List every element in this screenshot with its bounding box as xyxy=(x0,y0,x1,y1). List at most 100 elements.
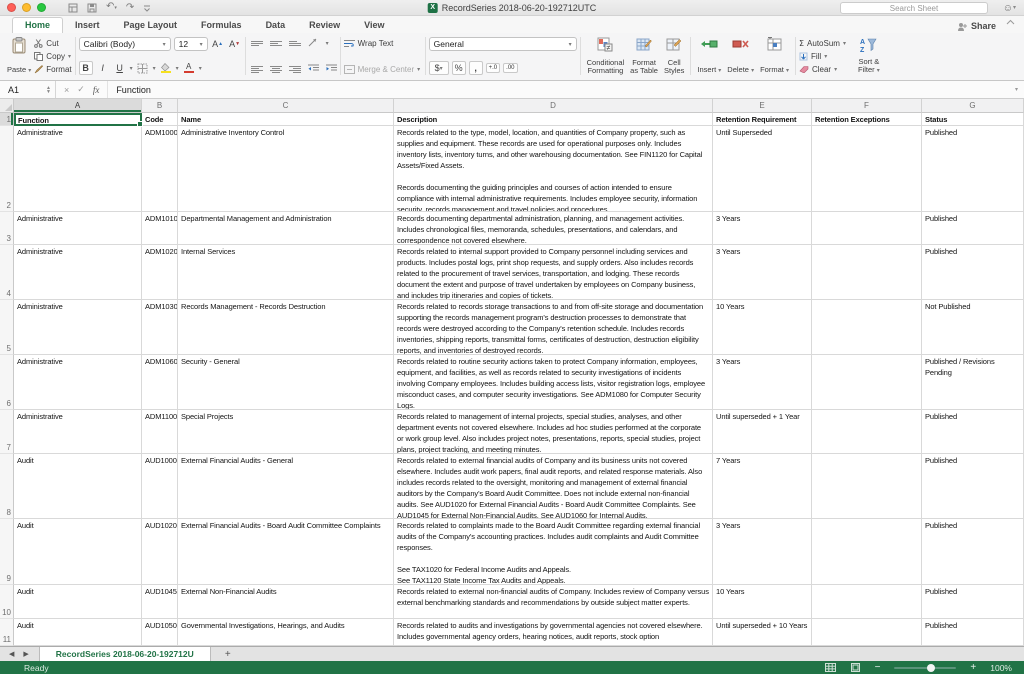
cell-D11[interactable]: Records related to audits and investigat… xyxy=(394,619,713,646)
cell-G2[interactable]: Published xyxy=(922,126,1024,212)
cancel-entry-icon[interactable]: × xyxy=(64,85,69,95)
cell-D1[interactable]: Description xyxy=(394,113,713,126)
row-header-9[interactable]: 9 xyxy=(0,519,14,585)
cell-C4[interactable]: Internal Services xyxy=(178,245,394,300)
row-header-4[interactable]: 4 xyxy=(0,245,14,300)
tab-home[interactable]: Home xyxy=(12,17,63,33)
comma-format-button[interactable]: , xyxy=(469,61,483,75)
paste-button[interactable]: Paste ▾ xyxy=(4,35,34,77)
column-header-A[interactable]: A xyxy=(14,99,142,113)
cell-E9[interactable]: 3 Years xyxy=(713,519,812,585)
cell-A3[interactable]: Administrative xyxy=(14,212,142,245)
cell-F6[interactable] xyxy=(812,355,922,410)
decrease-decimal-icon[interactable]: .00 xyxy=(503,63,517,73)
cell-A7[interactable]: Administrative xyxy=(14,410,142,454)
minimize-window-button[interactable] xyxy=(22,3,31,12)
clear-button[interactable]: Clear ▾ xyxy=(799,63,855,75)
font-color-icon[interactable]: A xyxy=(182,61,196,75)
insert-cells-button[interactable]: Insert ▾ xyxy=(694,35,724,77)
cell-C3[interactable]: Departmental Management and Administrati… xyxy=(178,212,394,245)
italic-button[interactable]: I xyxy=(96,61,110,75)
cell-G6[interactable]: Published / Revisions Pending xyxy=(922,355,1024,410)
number-format-select[interactable]: General▾ xyxy=(429,37,577,51)
copy-button[interactable]: Copy ▾ xyxy=(34,50,71,62)
cell-B8[interactable]: AUD1000 xyxy=(142,454,178,519)
cell-F10[interactable] xyxy=(812,585,922,619)
cell-D7[interactable]: Records related to management of interna… xyxy=(394,410,713,454)
column-header-F[interactable]: F xyxy=(812,99,922,113)
share-button[interactable]: Share xyxy=(957,21,996,31)
sort-filter-button[interactable]: AZ Sort & Filter ▾ xyxy=(855,35,883,77)
fill-button[interactable]: Fill ▾ xyxy=(799,50,855,62)
cell-C1[interactable]: Name xyxy=(178,113,394,126)
cell-G1[interactable]: Status xyxy=(922,113,1024,126)
tab-page-layout[interactable]: Page Layout xyxy=(112,18,190,33)
cell-G10[interactable]: Published xyxy=(922,585,1024,619)
font-name-select[interactable]: Calibri (Body)▾ xyxy=(79,37,171,51)
normal-view-icon[interactable] xyxy=(825,663,836,672)
formula-input[interactable]: Function xyxy=(116,85,151,95)
cell-G7[interactable]: Published xyxy=(922,410,1024,454)
cell-A10[interactable]: Audit xyxy=(14,585,142,619)
cell-F11[interactable] xyxy=(812,619,922,646)
cell-C11[interactable]: Governmental Investigations, Hearings, a… xyxy=(178,619,394,646)
cell-E11[interactable]: Until superseded + 10 Years xyxy=(713,619,812,646)
align-center-icon[interactable] xyxy=(270,66,282,73)
column-header-B[interactable]: B xyxy=(142,99,178,113)
cell-A5[interactable]: Administrative xyxy=(14,300,142,355)
borders-icon[interactable] xyxy=(136,61,150,75)
cell-D2[interactable]: Records related to the type, model, loca… xyxy=(394,126,713,212)
cell-F5[interactable] xyxy=(812,300,922,355)
cell-E6[interactable]: 3 Years xyxy=(713,355,812,410)
format-as-table-button[interactable]: Format as Table xyxy=(627,35,661,77)
cell-E8[interactable]: 7 Years xyxy=(713,454,812,519)
cell-D10[interactable]: Records related to external non-financia… xyxy=(394,585,713,619)
row-header-7[interactable]: 7 xyxy=(0,410,14,454)
cell-G8[interactable]: Published xyxy=(922,454,1024,519)
cell-E3[interactable]: 3 Years xyxy=(713,212,812,245)
font-size-select[interactable]: 12▾ xyxy=(174,37,208,51)
tab-insert[interactable]: Insert xyxy=(63,18,112,33)
percent-format-button[interactable]: % xyxy=(452,61,466,75)
cell-D9[interactable]: Records related to complaints made to th… xyxy=(394,519,713,585)
cell-B7[interactable]: ADM1100 xyxy=(142,410,178,454)
redo-icon[interactable]: ↷ xyxy=(126,3,134,13)
undo-icon[interactable]: ↶▾ xyxy=(106,2,117,13)
cell-B11[interactable]: AUD1050 xyxy=(142,619,178,646)
cell-B2[interactable]: ADM1000 xyxy=(142,126,178,212)
row-header-5[interactable]: 5 xyxy=(0,300,14,355)
format-painter-button[interactable]: Format xyxy=(34,63,71,75)
cell-F7[interactable] xyxy=(812,410,922,454)
prev-sheet-icon[interactable]: ◀ xyxy=(9,650,14,658)
cell-G3[interactable]: Published xyxy=(922,212,1024,245)
page-layout-view-icon[interactable] xyxy=(850,663,861,672)
zoom-window-button[interactable] xyxy=(37,3,46,12)
tab-data[interactable]: Data xyxy=(254,18,298,33)
cell-A2[interactable]: Administrative xyxy=(14,126,142,212)
row-header-8[interactable]: 8 xyxy=(0,454,14,519)
cell-E2[interactable]: Until Superseded xyxy=(713,126,812,212)
align-top-icon[interactable] xyxy=(251,41,263,46)
select-all-corner[interactable] xyxy=(0,99,14,113)
sheet-tab-active[interactable]: RecordSeries 2018-06-20-192712U xyxy=(39,647,211,661)
autosum-button[interactable]: Σ AutoSum ▾ xyxy=(799,37,855,49)
wrap-text-button[interactable]: Wrap Text xyxy=(344,37,422,49)
cell-D8[interactable]: Records related to external financial au… xyxy=(394,454,713,519)
confirm-entry-icon[interactable]: ✓ xyxy=(77,84,85,95)
tab-formulas[interactable]: Formulas xyxy=(189,18,254,33)
cell-C7[interactable]: Special Projects xyxy=(178,410,394,454)
cell-C5[interactable]: Records Management - Records Destruction xyxy=(178,300,394,355)
search-input[interactable]: Search Sheet xyxy=(840,2,988,14)
cell-E4[interactable]: 3 Years xyxy=(713,245,812,300)
cell-F2[interactable] xyxy=(812,126,922,212)
tab-review[interactable]: Review xyxy=(297,18,352,33)
column-header-E[interactable]: E xyxy=(713,99,812,113)
cell-G9[interactable]: Published xyxy=(922,519,1024,585)
zoom-out-button[interactable]: − xyxy=(875,663,881,673)
column-header-D[interactable]: D xyxy=(394,99,713,113)
cell-D6[interactable]: Records related to routine security acti… xyxy=(394,355,713,410)
cell-E7[interactable]: Until superseded + 1 Year xyxy=(713,410,812,454)
customize-toolbar-icon[interactable] xyxy=(143,4,151,12)
merge-center-button[interactable]: Merge & Center ▾ xyxy=(344,63,422,75)
cell-G11[interactable]: Published xyxy=(922,619,1024,646)
